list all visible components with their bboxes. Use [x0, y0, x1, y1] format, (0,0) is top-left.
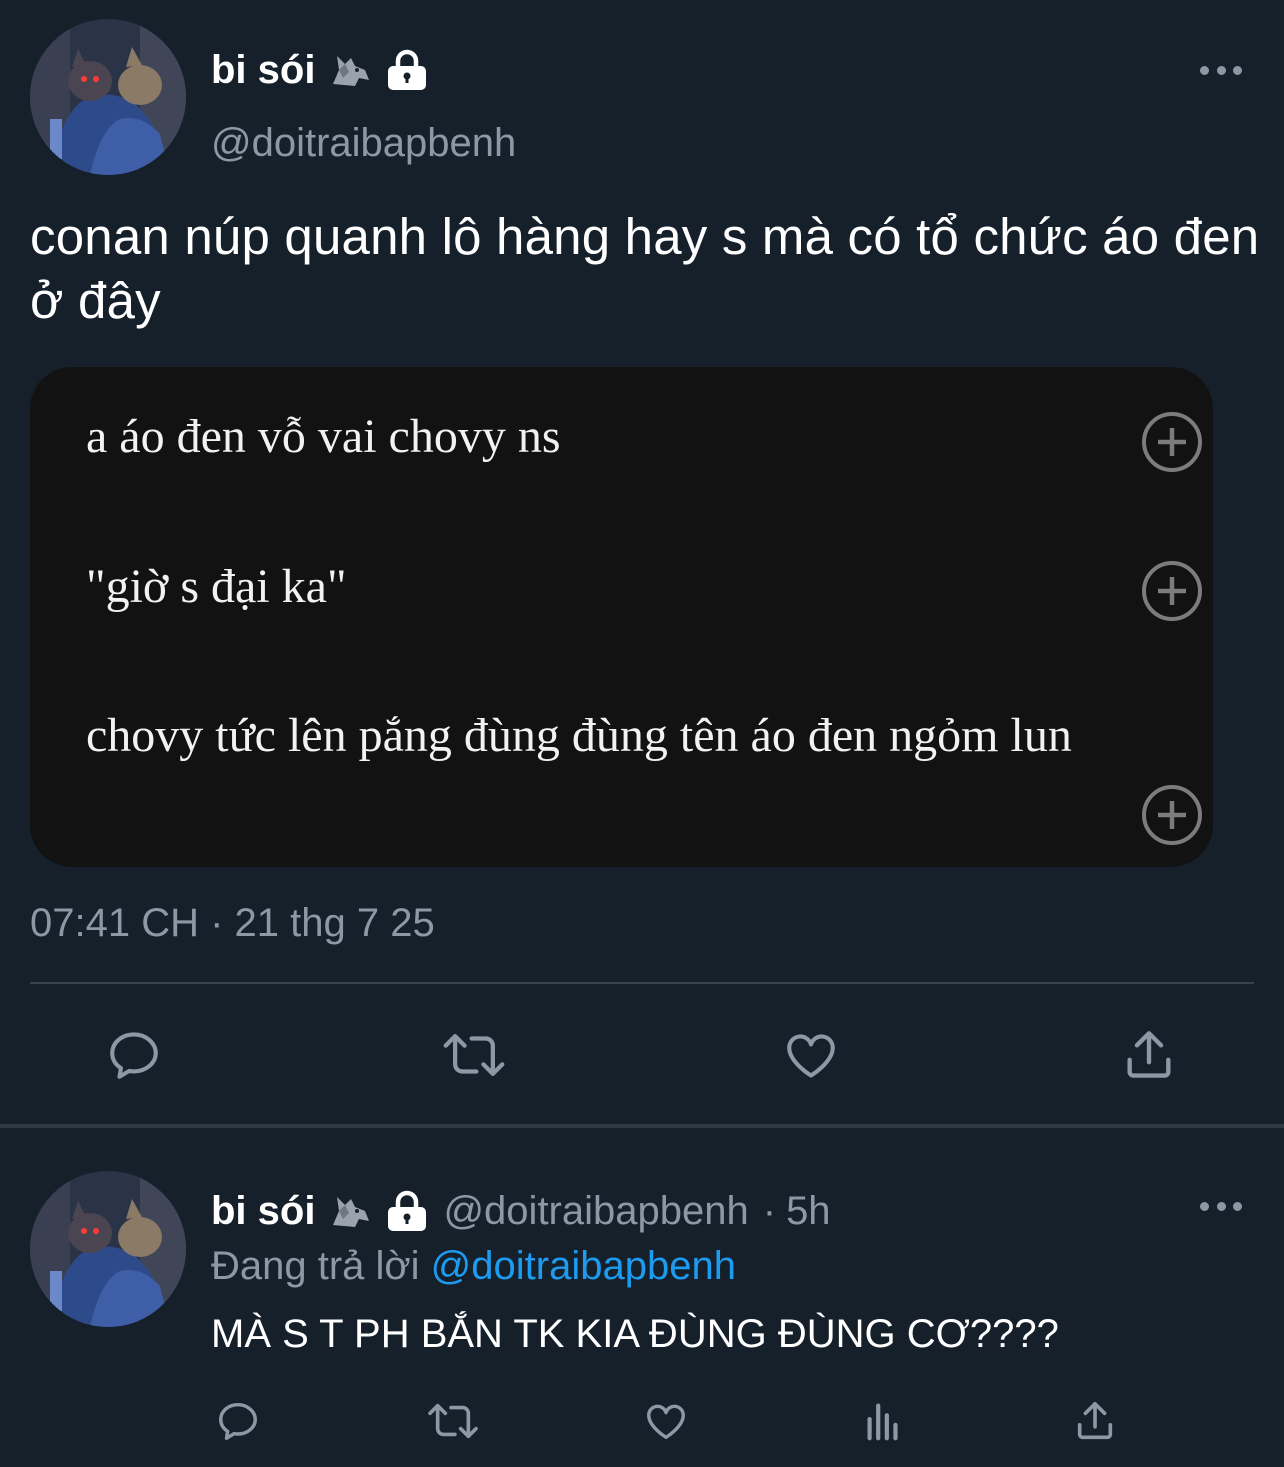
- share-icon[interactable]: [1071, 1397, 1119, 1445]
- like-icon[interactable]: [642, 1397, 690, 1445]
- avatar-image: [30, 19, 186, 175]
- reply-time[interactable]: 5h: [786, 1191, 831, 1231]
- more-options-icon[interactable]: [1196, 60, 1246, 80]
- reply-text: MÀ S T PH BẮN TK KIA ĐÙNG ĐÙNG CƠ????: [211, 1312, 1059, 1356]
- share-icon[interactable]: [1119, 1025, 1179, 1085]
- tweet-timestamp[interactable]: 07:41 CH · 21 thg 7 25: [30, 898, 435, 948]
- author-name[interactable]: bi sói: [211, 50, 315, 90]
- author-handle[interactable]: @doitraibapbenh: [443, 1191, 748, 1231]
- like-icon[interactable]: [781, 1025, 841, 1085]
- replying-prefix: Đang trả lời: [211, 1244, 420, 1288]
- thread-separator: [0, 1124, 1284, 1128]
- reply-icon[interactable]: [214, 1397, 262, 1445]
- replying-to-mention[interactable]: @doitraibapbenh: [431, 1244, 736, 1288]
- plus-circle-icon: [1142, 412, 1202, 472]
- meta-separator: ·: [762, 1189, 777, 1233]
- analytics-icon[interactable]: [859, 1397, 907, 1445]
- reply-author-row: bi sói @doitraibapbenh · 5h: [211, 1183, 831, 1239]
- retweet-icon[interactable]: [440, 1025, 508, 1085]
- note-line: "giờ s đại ka": [86, 560, 347, 613]
- reply-icon[interactable]: [104, 1025, 164, 1085]
- avatar[interactable]: [30, 1171, 186, 1327]
- lock-icon: [385, 1189, 429, 1233]
- wolf-emoji-icon: [329, 1191, 371, 1231]
- notes-screenshot-card: a áo đen vỗ vai chovy ns "giờ s đại ka" …: [30, 367, 1213, 867]
- author-row: bi sói: [211, 42, 429, 98]
- plus-circle-icon: [1142, 785, 1202, 845]
- avatar[interactable]: [30, 19, 186, 175]
- wolf-emoji-icon: [329, 50, 371, 90]
- lock-icon: [385, 48, 429, 92]
- more-options-icon[interactable]: [1196, 1196, 1246, 1216]
- plus-circle-icon: [1142, 561, 1202, 621]
- divider: [30, 982, 1254, 984]
- note-line: chovy tức lên pắng đùng đùng tên áo đen …: [86, 709, 1072, 762]
- retweet-icon[interactable]: [425, 1397, 481, 1445]
- replying-to: Đang trả lời @doitraibapbenh: [211, 1240, 736, 1292]
- avatar-image: [30, 1171, 186, 1327]
- author-handle[interactable]: @doitraibapbenh: [211, 118, 516, 168]
- tweet-detail-page: bi sói @doitraibapbenh conan núp quanh l…: [0, 0, 1284, 1467]
- tweet-text: conan núp quanh lô hàng hay s mà có tổ c…: [30, 208, 1260, 329]
- note-line: a áo đen vỗ vai chovy ns: [86, 410, 561, 463]
- author-name[interactable]: bi sói: [211, 1191, 315, 1231]
